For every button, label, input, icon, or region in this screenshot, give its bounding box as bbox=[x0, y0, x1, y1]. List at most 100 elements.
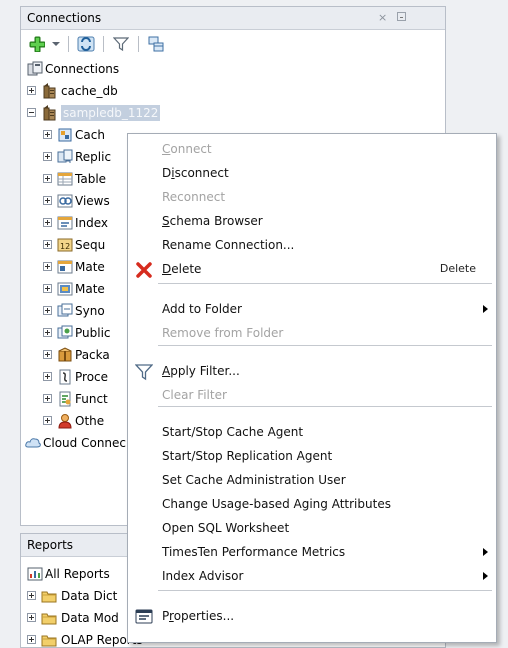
tree-node-label: Cloud Connec bbox=[43, 436, 127, 450]
chevron-down-icon[interactable] bbox=[51, 34, 61, 54]
tree-node[interactable]: Connections bbox=[21, 58, 445, 80]
menu-item-apply-filter[interactable]: Apply Filter... bbox=[128, 359, 496, 383]
schema-browser-icon bbox=[148, 36, 164, 52]
menu-item-rename-connection[interactable]: Rename Connection... bbox=[128, 233, 496, 257]
connections-toolbar bbox=[21, 30, 445, 58]
menu-item-add-to-folder[interactable]: Add to Folder bbox=[128, 297, 496, 321]
menu-separator bbox=[158, 283, 492, 284]
procedures-icon bbox=[57, 369, 73, 385]
menu-item-start-stop-replication-agent[interactable]: Start/Stop Replication Agent bbox=[128, 444, 496, 468]
public-synonyms-icon bbox=[57, 325, 73, 341]
materialized-views-icon bbox=[57, 259, 73, 275]
add-icon bbox=[29, 36, 45, 52]
menu-item-disconnect[interactable]: Disconnect bbox=[128, 161, 496, 185]
tree-node[interactable]: sampledb_1122 bbox=[21, 102, 445, 124]
toolbar-separator bbox=[138, 36, 139, 52]
tree-node-label: sampledb_1122 bbox=[61, 105, 161, 121]
submenu-arrow-icon bbox=[483, 572, 488, 580]
filter-button[interactable] bbox=[111, 34, 131, 54]
expand-icon[interactable] bbox=[43, 394, 52, 403]
menu-item-start-stop-cache-agent[interactable]: Start/Stop Cache Agent bbox=[128, 420, 496, 444]
menu-item-label: Change Usage-based Aging Attributes bbox=[162, 497, 391, 511]
delete-icon bbox=[135, 261, 153, 279]
properties-icon bbox=[135, 608, 153, 626]
tree-node-label: Othe bbox=[75, 414, 105, 428]
close-icon[interactable]: × bbox=[378, 7, 387, 29]
expand-icon[interactable] bbox=[43, 284, 52, 293]
menu-item-properties[interactable]: Properties... bbox=[128, 604, 496, 628]
menu-item-label: Properties... bbox=[162, 609, 235, 623]
menu-item-set-cache-administration-user[interactable]: Set Cache Administration User bbox=[128, 468, 496, 492]
minimize-icon[interactable] bbox=[397, 12, 406, 21]
menu-item-label: Remove from Folder bbox=[162, 326, 284, 340]
connections-panel-header: Connections × bbox=[21, 7, 445, 30]
refresh-button[interactable] bbox=[76, 34, 96, 54]
tree-node-label: Sequ bbox=[75, 238, 106, 252]
connections-icon bbox=[27, 61, 43, 77]
expand-icon[interactable] bbox=[27, 635, 36, 644]
menu-item-label: Start/Stop Replication Agent bbox=[162, 449, 333, 463]
menu-item-label: Reconnect bbox=[162, 190, 226, 204]
reports-panel-title: Reports bbox=[27, 538, 74, 552]
menu-item-timesten-performance-metrics[interactable]: TimesTen Performance Metrics bbox=[128, 540, 496, 564]
expand-icon[interactable] bbox=[43, 306, 52, 315]
packages-icon bbox=[57, 347, 73, 363]
expand-icon[interactable] bbox=[43, 350, 52, 359]
cloud-icon bbox=[25, 435, 41, 451]
tree-node-label: Index bbox=[75, 216, 109, 230]
expand-icon[interactable] bbox=[43, 152, 52, 161]
filter-icon bbox=[113, 37, 129, 52]
menu-item-remove-from-folder: Remove from Folder bbox=[128, 321, 496, 345]
refresh-icon bbox=[77, 36, 95, 52]
schema-browser-button[interactable] bbox=[146, 34, 166, 54]
menu-item-delete[interactable]: Delete Delete bbox=[128, 257, 496, 281]
replication-icon bbox=[57, 149, 73, 165]
tree-node-label: All Reports bbox=[45, 567, 110, 581]
tree-node-label: Packa bbox=[75, 348, 110, 362]
menu-separator bbox=[158, 590, 492, 591]
submenu-arrow-icon bbox=[483, 305, 488, 313]
expand-icon[interactable] bbox=[43, 372, 52, 381]
context-menu: Connect Disconnect Reconnect Schema Browser… bbox=[127, 133, 497, 643]
expand-icon[interactable] bbox=[27, 591, 36, 600]
menu-item-label: Index Advisor bbox=[162, 569, 244, 583]
expand-icon[interactable] bbox=[43, 240, 52, 249]
menu-item-index-advisor[interactable]: Index Advisor bbox=[128, 564, 496, 588]
expand-icon[interactable] bbox=[43, 262, 52, 271]
expand-icon[interactable] bbox=[27, 613, 36, 622]
expand-icon[interactable] bbox=[43, 328, 52, 337]
reports-icon bbox=[27, 566, 43, 582]
menu-item-change-usage-based-aging-attributes[interactable]: Change Usage-based Aging Attributes bbox=[128, 492, 496, 516]
toolbar-separator bbox=[68, 36, 69, 52]
menu-item-open-sql-worksheet[interactable]: Open SQL Worksheet bbox=[128, 516, 496, 540]
expand-icon[interactable] bbox=[27, 86, 36, 95]
expand-icon[interactable] bbox=[43, 218, 52, 227]
tree-node-label: Funct bbox=[75, 392, 108, 406]
menu-item-label: Connect bbox=[162, 142, 212, 156]
expand-icon[interactable] bbox=[43, 196, 52, 205]
menu-item-label: Clear Filter bbox=[162, 388, 227, 402]
menu-item-clear-filter: Clear Filter bbox=[128, 383, 496, 407]
menu-item-label: Add to Folder bbox=[162, 302, 242, 316]
tree-node-label: Connections bbox=[45, 62, 120, 76]
add-connection-button[interactable] bbox=[27, 34, 47, 54]
menu-item-schema-browser[interactable]: Schema Browser bbox=[128, 209, 496, 233]
menu-item-label: Rename Connection... bbox=[162, 238, 295, 252]
menu-item-shortcut: Delete bbox=[439, 262, 476, 275]
tree-node-label: Public bbox=[75, 326, 111, 340]
other-users-icon bbox=[57, 413, 73, 429]
collapse-icon[interactable] bbox=[27, 108, 36, 117]
tree-node[interactable]: cache_db bbox=[21, 80, 445, 102]
menu-item-label: Open SQL Worksheet bbox=[162, 521, 290, 535]
tree-node-label: cache_db bbox=[61, 84, 118, 98]
tree-node-label: Views bbox=[75, 194, 110, 208]
tree-node-label: Data Mod bbox=[61, 611, 119, 625]
expand-icon[interactable] bbox=[43, 416, 52, 425]
folder-icon bbox=[41, 632, 57, 647]
toolbar-separator bbox=[103, 36, 104, 52]
menu-item-label: Apply Filter... bbox=[162, 364, 240, 378]
expand-icon[interactable] bbox=[43, 130, 52, 139]
tree-node-label: Data Dict bbox=[61, 589, 118, 603]
expand-icon[interactable] bbox=[43, 174, 52, 183]
tables-icon bbox=[57, 171, 73, 187]
